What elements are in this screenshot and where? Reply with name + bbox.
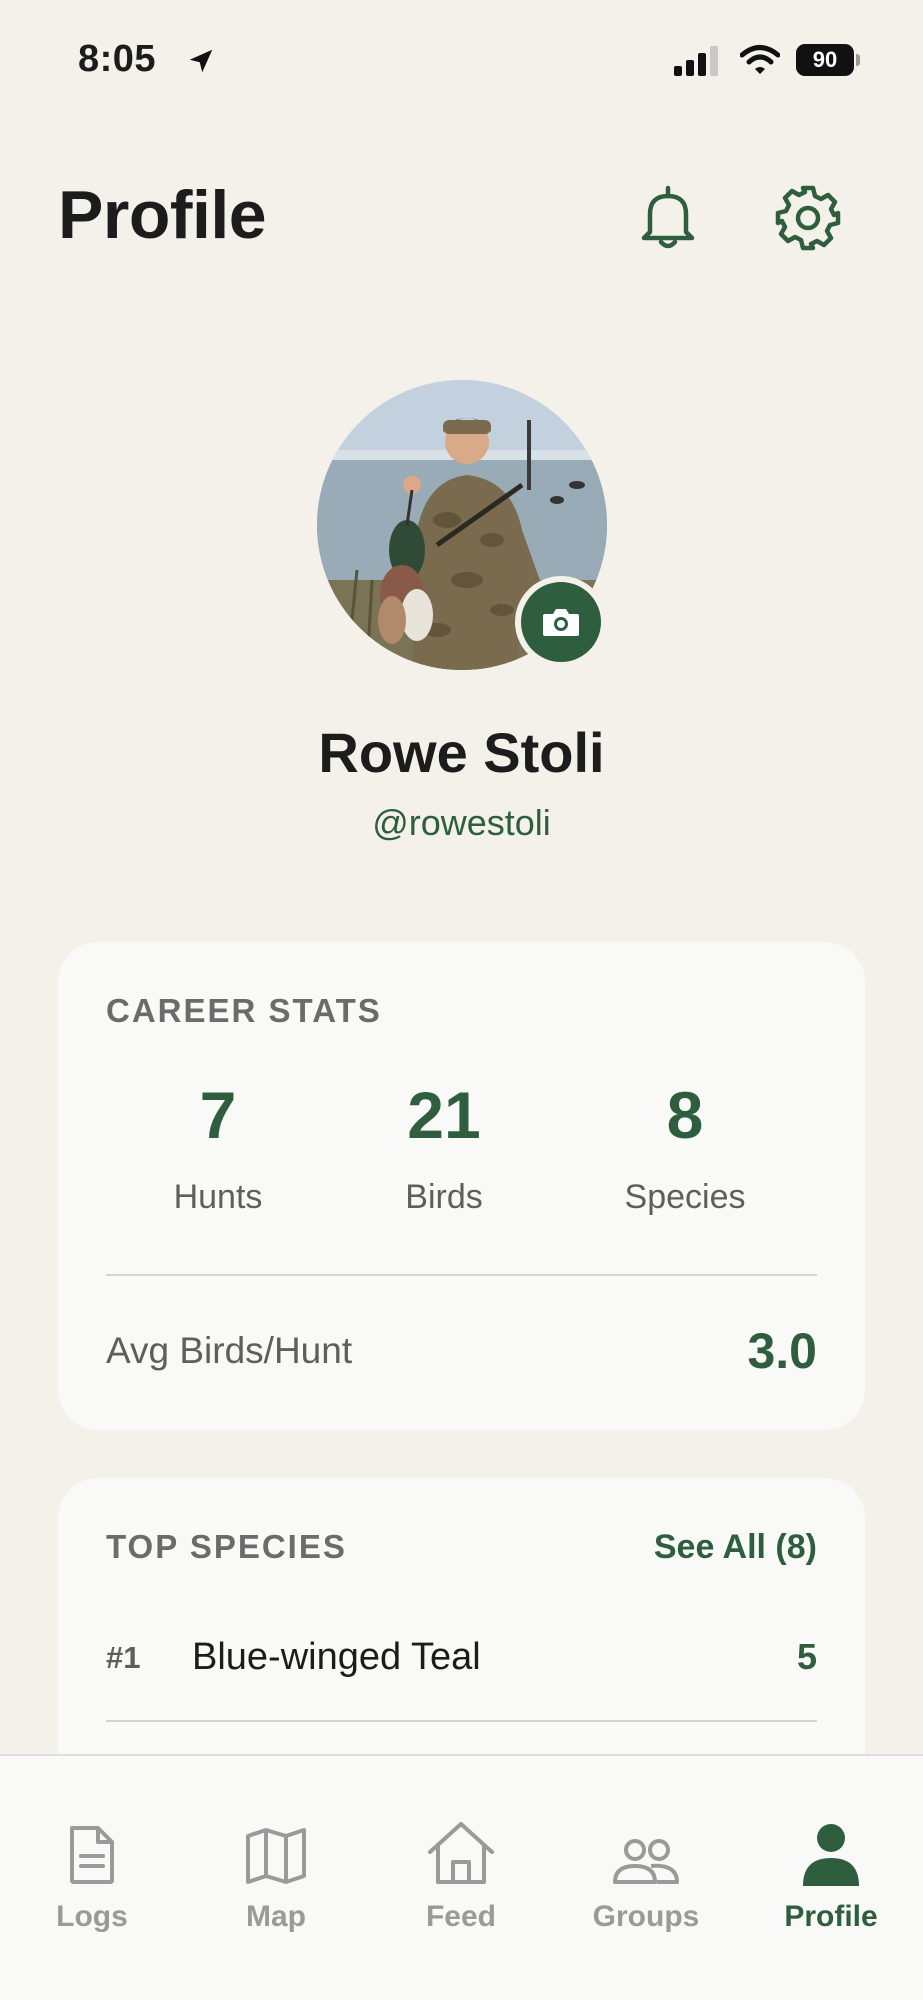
- tab-map[interactable]: Map: [196, 1810, 356, 1934]
- tab-label: Map: [246, 1900, 306, 1933]
- career-stats-card: CAREER STATS 7 Hunts 21 Birds 8 Species …: [58, 942, 865, 1430]
- camera-icon: [543, 609, 579, 636]
- career-stats-title: CAREER STATS: [106, 992, 382, 1029]
- cellular-signal-icon: [674, 46, 718, 76]
- stat-birds: 21 Birds: [324, 1082, 564, 1217]
- divider: [106, 1720, 817, 1722]
- wifi-icon: [740, 45, 780, 74]
- stat-value: 7: [199, 1078, 237, 1152]
- see-all-link[interactable]: See All (8): [654, 1528, 817, 1567]
- species-count: 5: [796, 1636, 817, 1677]
- document-icon: [70, 1826, 114, 1884]
- stat-value: 8: [666, 1078, 704, 1152]
- top-species-title: TOP SPECIES: [106, 1528, 347, 1565]
- status-time: 8:05: [78, 38, 157, 80]
- avg-birds-label: Avg Birds/Hunt: [106, 1330, 353, 1371]
- divider: [106, 1274, 817, 1276]
- stat-label: Species: [624, 1178, 746, 1216]
- person-icon: [803, 1824, 859, 1886]
- species-rank: #1: [106, 1640, 141, 1675]
- tab-groups[interactable]: Groups: [566, 1810, 726, 1934]
- home-icon: [428, 1822, 494, 1884]
- tab-logs[interactable]: Logs: [12, 1810, 172, 1934]
- avg-birds-value: 3.0: [747, 1323, 817, 1379]
- map-icon: [246, 1828, 306, 1884]
- page-title: Profile: [58, 177, 267, 253]
- profile-handle: @rowestoli: [372, 802, 551, 843]
- gear-icon[interactable]: [774, 184, 842, 252]
- stat-hunts: 7 Hunts: [98, 1082, 338, 1217]
- species-row[interactable]: #1 Blue-winged Teal 5: [106, 1630, 817, 1698]
- battery-icon: 90: [796, 44, 860, 76]
- stat-value: 21: [407, 1078, 481, 1152]
- stat-species: 8 Species: [565, 1082, 805, 1217]
- tab-profile[interactable]: Profile: [751, 1810, 911, 1934]
- stat-label: Hunts: [173, 1178, 263, 1216]
- profile-photo[interactable]: [317, 380, 607, 670]
- tab-feed[interactable]: Feed: [381, 1810, 541, 1934]
- stat-label: Birds: [405, 1178, 483, 1216]
- species-name: Blue-winged Teal: [192, 1636, 481, 1678]
- users-icon: [613, 1839, 679, 1884]
- tab-label: Logs: [56, 1900, 128, 1933]
- change-photo-button[interactable]: [515, 576, 607, 668]
- battery-level: 90: [796, 44, 854, 76]
- tab-bar: Logs Map Feed Groups Profile: [0, 1754, 923, 2000]
- profile-name: Rowe Stoli: [318, 721, 605, 784]
- tab-label: Profile: [784, 1900, 878, 1933]
- tab-label: Groups: [592, 1900, 700, 1933]
- location-arrow-icon: [189, 49, 213, 73]
- status-bar: 8:05 90: [0, 0, 923, 120]
- bell-icon[interactable]: [636, 184, 700, 252]
- tab-label: Feed: [425, 1900, 497, 1933]
